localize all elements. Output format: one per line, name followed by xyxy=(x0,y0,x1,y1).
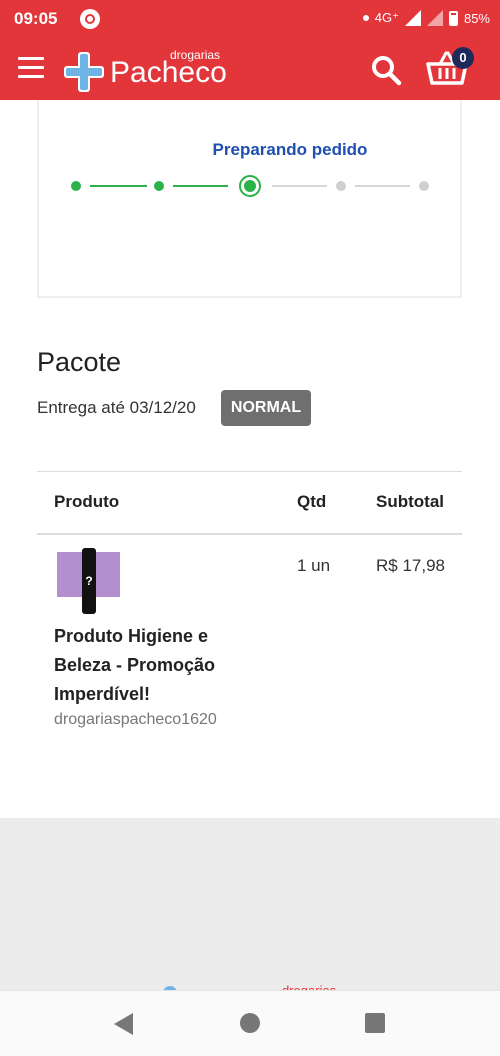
home-icon[interactable] xyxy=(240,1013,260,1033)
tracker-line-2 xyxy=(173,185,228,187)
menu-icon[interactable] xyxy=(18,57,44,79)
notification-icon xyxy=(80,9,100,29)
search-button[interactable] xyxy=(370,54,402,86)
app-header: drogarias Pacheco xyxy=(0,38,500,100)
signal-secondary-icon xyxy=(426,10,443,26)
column-header-qty: Qtd xyxy=(297,492,327,511)
system-nav-bar xyxy=(0,990,500,1056)
tracker-step-current xyxy=(239,175,261,197)
brand-name: Pacheco xyxy=(110,56,227,89)
tracker-step-5 xyxy=(419,181,429,191)
brand-logo[interactable]: drogarias Pacheco xyxy=(64,48,234,92)
tracker-step-2 xyxy=(154,181,164,191)
page-footer xyxy=(0,818,500,990)
order-status-label: Preparando pedido xyxy=(212,140,368,159)
tracker-line-1 xyxy=(90,185,147,187)
delivery-date: Entrega até 03/12/20 xyxy=(37,398,196,417)
dot-icon xyxy=(362,15,369,21)
recent-apps-icon[interactable] xyxy=(365,1013,385,1033)
tracker-step-4 xyxy=(336,181,346,191)
battery-level: 85% xyxy=(463,10,490,26)
search-icon xyxy=(372,56,402,86)
shipping-type-badge: NORMAL xyxy=(221,390,311,426)
column-header-product: Produto xyxy=(54,492,120,511)
tracker-line-3 xyxy=(272,185,327,187)
tracker-step-1 xyxy=(71,181,81,191)
status-time: 09:05 xyxy=(14,9,58,28)
back-icon[interactable] xyxy=(114,1013,133,1035)
order-tracking-card xyxy=(37,100,462,298)
package-title: Pacote xyxy=(37,347,122,377)
tracker-line-4 xyxy=(355,185,410,187)
network-label: 4G⁺ xyxy=(374,10,399,25)
placeholder-glyph: ? xyxy=(85,574,93,588)
table-top-divider xyxy=(37,471,462,472)
table-header-divider xyxy=(37,533,462,535)
cart-count-badge: 0 xyxy=(452,47,474,69)
battery-icon xyxy=(448,10,458,26)
product-qty: 1 un xyxy=(297,556,331,575)
product-name[interactable]: Produto Higiene e Beleza - Promoção Impe… xyxy=(54,622,254,709)
product-image[interactable]: ? xyxy=(57,548,120,614)
product-seller: drogariaspacheco1620 xyxy=(54,711,217,728)
status-bar: 09:05 4G⁺ 85% xyxy=(0,0,500,38)
product-subtotal: R$ 17,98 xyxy=(376,556,445,575)
signal-icon xyxy=(404,10,421,26)
column-header-subtotal: Subtotal xyxy=(376,492,444,511)
status-indicators: 4G⁺ 85% xyxy=(362,10,490,26)
cross-logo-icon xyxy=(64,52,104,92)
